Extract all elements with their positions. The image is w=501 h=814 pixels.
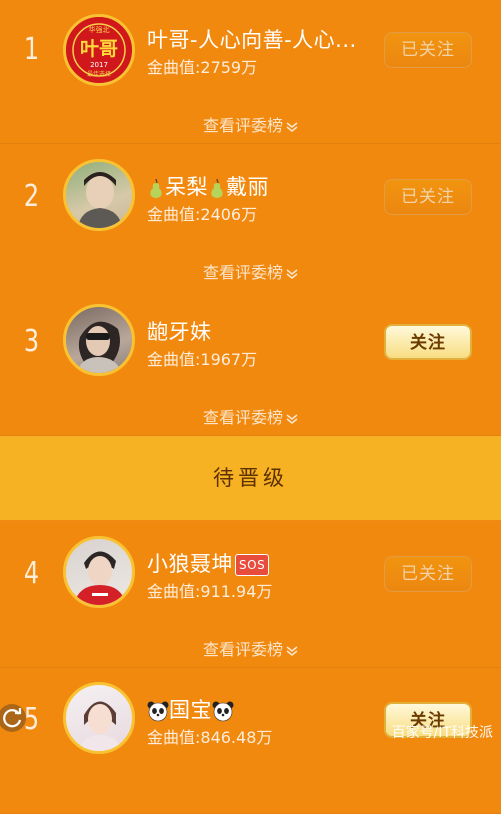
person-photo [78, 701, 122, 751]
panda-icon [212, 701, 234, 722]
view-judges-label: 查看评委榜 [202, 408, 283, 427]
rank-number: 2 [23, 179, 40, 214]
artist-name[interactable]: 小狼聂坤 SOS [147, 548, 270, 578]
pear-icon [150, 178, 162, 198]
score-value: 金曲值:2406万 [147, 205, 258, 224]
ranking-row-3: 3 龅牙妹 金曲值:1967万 关注 查看评委榜 [0, 290, 501, 436]
svg-text:叶哥: 叶哥 [80, 38, 118, 60]
score-value: 金曲值:846.48万 [147, 728, 273, 747]
ye-ge-logo-avatar: 华强北 叶哥 2017 最佳选择 [66, 17, 132, 83]
ranking-row-1: 1 华强北 叶哥 2017 最佳选择 叶哥-人心向善-人心... 金曲值:275… [0, 0, 501, 144]
artist-name-part: 国宝 [169, 698, 212, 722]
svg-text:华强北: 华强北 [89, 25, 110, 34]
artist-name-part: 戴丽 [226, 175, 269, 199]
svg-text:最佳选择: 最佳选择 [87, 70, 111, 78]
rank-number: 1 [23, 32, 40, 67]
followed-button[interactable]: 已关注 [384, 179, 472, 215]
followed-button[interactable]: 已关注 [384, 556, 472, 592]
ranking-row-4: 4 小狼聂坤 SOS 金曲值:911.94万 已关注 查看评委榜 [0, 522, 501, 668]
view-judges-label: 查看评委榜 [202, 263, 283, 282]
avatar[interactable] [63, 536, 135, 608]
sos-badge: SOS [235, 554, 270, 576]
artist-name[interactable]: 国宝 [147, 694, 234, 724]
watermark: 百家号/IT科技派 [391, 725, 493, 741]
person-photo [78, 172, 122, 228]
double-chevron-down-icon [286, 645, 298, 656]
score-value: 金曲值:1967万 [147, 350, 258, 369]
avatar[interactable] [63, 159, 135, 231]
artist-name[interactable]: 龅牙妹 [147, 316, 212, 346]
artist-name-part: 呆梨 [165, 175, 208, 199]
promotion-pending-divider: 待晋级 [0, 436, 501, 520]
avatar[interactable]: 华强北 叶哥 2017 最佳选择 [63, 14, 135, 86]
double-chevron-down-icon [286, 413, 298, 424]
artist-name-part: 小狼聂坤 [147, 552, 233, 576]
artist-name[interactable]: 叶哥-人心向善-人心... [147, 24, 357, 54]
score-value: 金曲值:2759万 [147, 58, 258, 77]
double-chevron-down-icon [286, 121, 298, 132]
rank-number: 4 [23, 556, 40, 591]
follow-button[interactable]: 关注 [384, 324, 472, 360]
view-judges-link[interactable]: 查看评委榜 [0, 404, 501, 428]
double-chevron-down-icon [286, 268, 298, 279]
followed-button[interactable]: 已关注 [384, 32, 472, 68]
view-judges-link[interactable]: 查看评委榜 [0, 636, 501, 660]
score-value: 金曲值:911.94万 [147, 582, 273, 601]
view-judges-label: 查看评委榜 [202, 116, 283, 135]
view-judges-label: 查看评委榜 [202, 640, 283, 659]
rank-number: 3 [23, 324, 40, 359]
person-photo [76, 321, 122, 373]
artist-name[interactable]: 呆梨 戴丽 [147, 171, 269, 201]
pear-icon [211, 178, 223, 198]
view-judges-link[interactable]: 查看评委榜 [0, 112, 501, 136]
person-photo [74, 551, 126, 605]
svg-text:2017: 2017 [90, 61, 108, 69]
avatar[interactable] [63, 682, 135, 754]
panda-icon [147, 701, 169, 722]
refresh-icon[interactable] [0, 698, 32, 738]
avatar[interactable] [63, 304, 135, 376]
ranking-row-2: 2 呆梨 戴丽 金曲值:2406万 已关注 查看评委榜 [0, 145, 501, 291]
view-judges-link[interactable]: 查看评委榜 [0, 259, 501, 283]
